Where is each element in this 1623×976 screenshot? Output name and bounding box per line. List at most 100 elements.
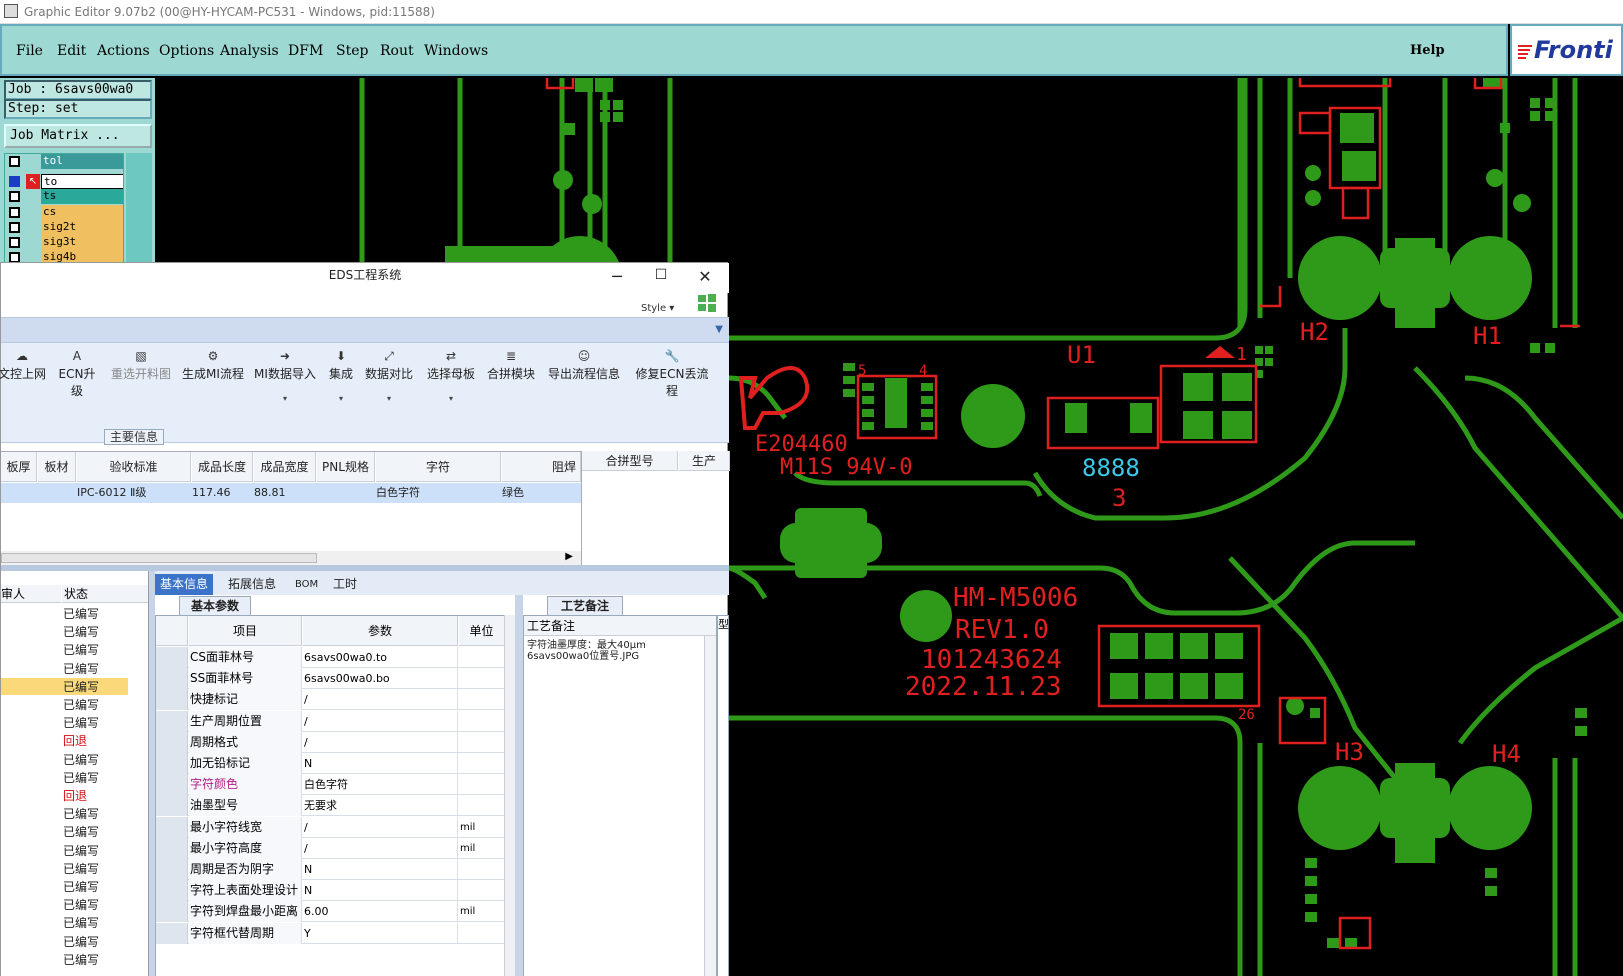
list-header[interactable]: 状态 (62, 585, 148, 603)
layer-row[interactable]: cs (5, 205, 123, 220)
toolbar-data-compare[interactable]: ⤢ 数据对比 ▾ (363, 347, 415, 403)
close-button[interactable]: ✕ (695, 267, 715, 286)
list-item-status[interactable]: 回退 (63, 787, 87, 805)
list-item-status[interactable]: 已编写 (63, 623, 99, 641)
toolbar-wenkong-upload[interactable]: ☁ 文控上网 (0, 347, 47, 382)
dropdown-arrow-icon[interactable]: ▾ (363, 394, 415, 403)
layer-row[interactable]: ↖ to (5, 174, 123, 189)
minimize-button[interactable]: ─ (607, 267, 627, 286)
toolbar-merge-module[interactable]: ≣ 合拼模块 (485, 347, 537, 382)
menu-analysis[interactable]: Analysis (220, 43, 279, 59)
row-selector[interactable] (156, 859, 188, 880)
param-row[interactable]: 快捷标记 / (156, 689, 514, 711)
dropdown-arrow-icon[interactable]: ▾ (425, 394, 477, 403)
row-selector[interactable] (156, 901, 188, 923)
layer-row[interactable]: tol (5, 154, 123, 169)
row-selector[interactable] (156, 731, 188, 753)
grid-header[interactable]: 板材 (38, 452, 76, 482)
list-item-status[interactable]: 已编写 (63, 641, 99, 659)
layer-scrollbar[interactable] (126, 153, 152, 268)
param-value[interactable]: / (303, 731, 458, 753)
grid-header[interactable]: 阻焊 (502, 452, 581, 482)
param-row[interactable]: 油墨型号 无要求 (156, 795, 514, 817)
tab-basic-info[interactable]: 基本信息 (155, 574, 214, 595)
grid-header[interactable]: 项目 (189, 616, 302, 646)
param-row[interactable]: 最小字符线宽 / mil (156, 816, 514, 838)
list-item-status[interactable]: 已编写 (63, 605, 99, 623)
layer-checkbox[interactable] (9, 207, 20, 218)
list-item-status[interactable]: 已编写 (63, 769, 99, 787)
list-header[interactable]: 审人 (1, 585, 61, 603)
param-row[interactable]: 周期是否为阴字 N (156, 859, 514, 880)
row-selector[interactable] (156, 753, 188, 774)
grid-header[interactable]: 字符 (376, 452, 501, 482)
toolbar-integrate[interactable]: ⬇ 集成 ▾ (325, 347, 357, 403)
layer-checkbox[interactable] (9, 156, 20, 167)
list-item-status[interactable]: 已编写 (63, 842, 99, 860)
param-value[interactable]: 6.00 (303, 901, 458, 923)
param-row[interactable]: CS面菲林号 6savs00wa0.to (156, 647, 514, 668)
menu-options[interactable]: Options (159, 43, 214, 59)
subtab-process-notes[interactable]: 工艺备注 (547, 596, 623, 616)
menu-help[interactable]: Help (1410, 43, 1445, 58)
param-row[interactable]: SS面菲林号 6savs00wa0.bo (156, 668, 514, 690)
param-row[interactable]: 字符颜色 白色字符 (156, 774, 514, 796)
toolbar-select-motherboard[interactable]: ⇄ 选择母板 ▾ (425, 347, 477, 403)
param-value[interactable]: / (303, 837, 458, 859)
toolbar-mi-import[interactable]: ➜ MI数据导入 ▾ (253, 347, 317, 403)
layer-row[interactable]: sig3t (5, 235, 123, 250)
list-item-status[interactable]: 已编写 (63, 751, 99, 769)
list-item-status[interactable]: 已编写 (63, 660, 99, 678)
toolbar-export-flow[interactable]: ☺ 导出流程信息 (545, 347, 623, 382)
layer-checkbox[interactable] (9, 176, 20, 187)
grid-header[interactable]: 成品长度 (192, 452, 253, 482)
toolbar-ecn-upgrade[interactable]: A ECN升级 (53, 347, 101, 399)
param-row[interactable]: 字符上表面处理设计 N (156, 880, 514, 902)
list-item-status[interactable]: 已编写 (63, 951, 99, 969)
layer-row[interactable]: ts (5, 189, 123, 204)
param-row[interactable]: 生产周期位置 / (156, 710, 514, 732)
row-selector[interactable] (156, 668, 188, 690)
grid-header[interactable]: 成品宽度 (254, 452, 316, 482)
dropdown-arrow-icon[interactable]: ▾ (325, 394, 357, 403)
style-menu[interactable]: Style ▾ (641, 303, 674, 314)
grid-header[interactable]: 板厚 (1, 452, 37, 482)
list-item-status[interactable]: 已编写 (63, 878, 99, 896)
param-row[interactable]: 加无铅标记 N (156, 753, 514, 774)
scrollbar-thumb[interactable] (1, 553, 317, 563)
param-value[interactable]: N (303, 753, 458, 774)
layer-checkbox[interactable] (9, 237, 20, 248)
menu-windows[interactable]: Windows (424, 43, 488, 59)
list-item-status[interactable]: 已编写 (63, 823, 99, 841)
list-item-status[interactable]: 已编写 (63, 696, 99, 714)
param-value[interactable]: N (303, 880, 458, 902)
param-value[interactable]: N (303, 859, 458, 880)
row-selector[interactable] (156, 774, 188, 796)
maximize-button[interactable]: ☐ (651, 267, 671, 283)
toolbar-fix-ecn[interactable]: 🔧 修复ECN丢流程 (631, 347, 713, 399)
notes-text[interactable]: 字符油墨厚度：最大40μm 6savs00wa0位置号.JPG (527, 640, 646, 662)
param-value[interactable]: / (303, 816, 458, 838)
param-row[interactable]: 最小字符高度 / mil (156, 837, 514, 859)
list-item-status[interactable]: 已编写 (63, 678, 99, 696)
notes-scrollbar[interactable] (704, 636, 716, 976)
dropdown-arrow-icon[interactable]: ▾ (253, 394, 317, 403)
row-selector[interactable] (156, 795, 188, 817)
list-item-status[interactable]: 已编写 (63, 896, 99, 914)
notes-splitter[interactable] (515, 595, 523, 976)
row-selector[interactable] (156, 837, 188, 859)
toolbar-generate-mi[interactable]: ⚙ 生成MI流程 (181, 347, 245, 382)
list-item-status[interactable]: 已编写 (63, 714, 99, 732)
param-value[interactable]: / (303, 710, 458, 732)
list-item-status[interactable]: 已编写 (63, 805, 99, 823)
param-row[interactable]: 字符框代替周期 Y (156, 922, 514, 944)
list-item-status[interactable]: 已编写 (63, 933, 99, 951)
param-value[interactable]: 白色字符 (303, 774, 458, 796)
layer-row[interactable]: sig2t (5, 220, 123, 235)
params-scrollbar[interactable] (504, 615, 515, 976)
tab-extended-info[interactable]: 拓展信息 (223, 574, 281, 595)
row-selector[interactable] (156, 689, 188, 711)
menu-actions[interactable]: Actions (97, 43, 150, 59)
list-item-status[interactable]: 已编写 (63, 860, 99, 878)
menu-edit[interactable]: Edit (57, 43, 86, 59)
